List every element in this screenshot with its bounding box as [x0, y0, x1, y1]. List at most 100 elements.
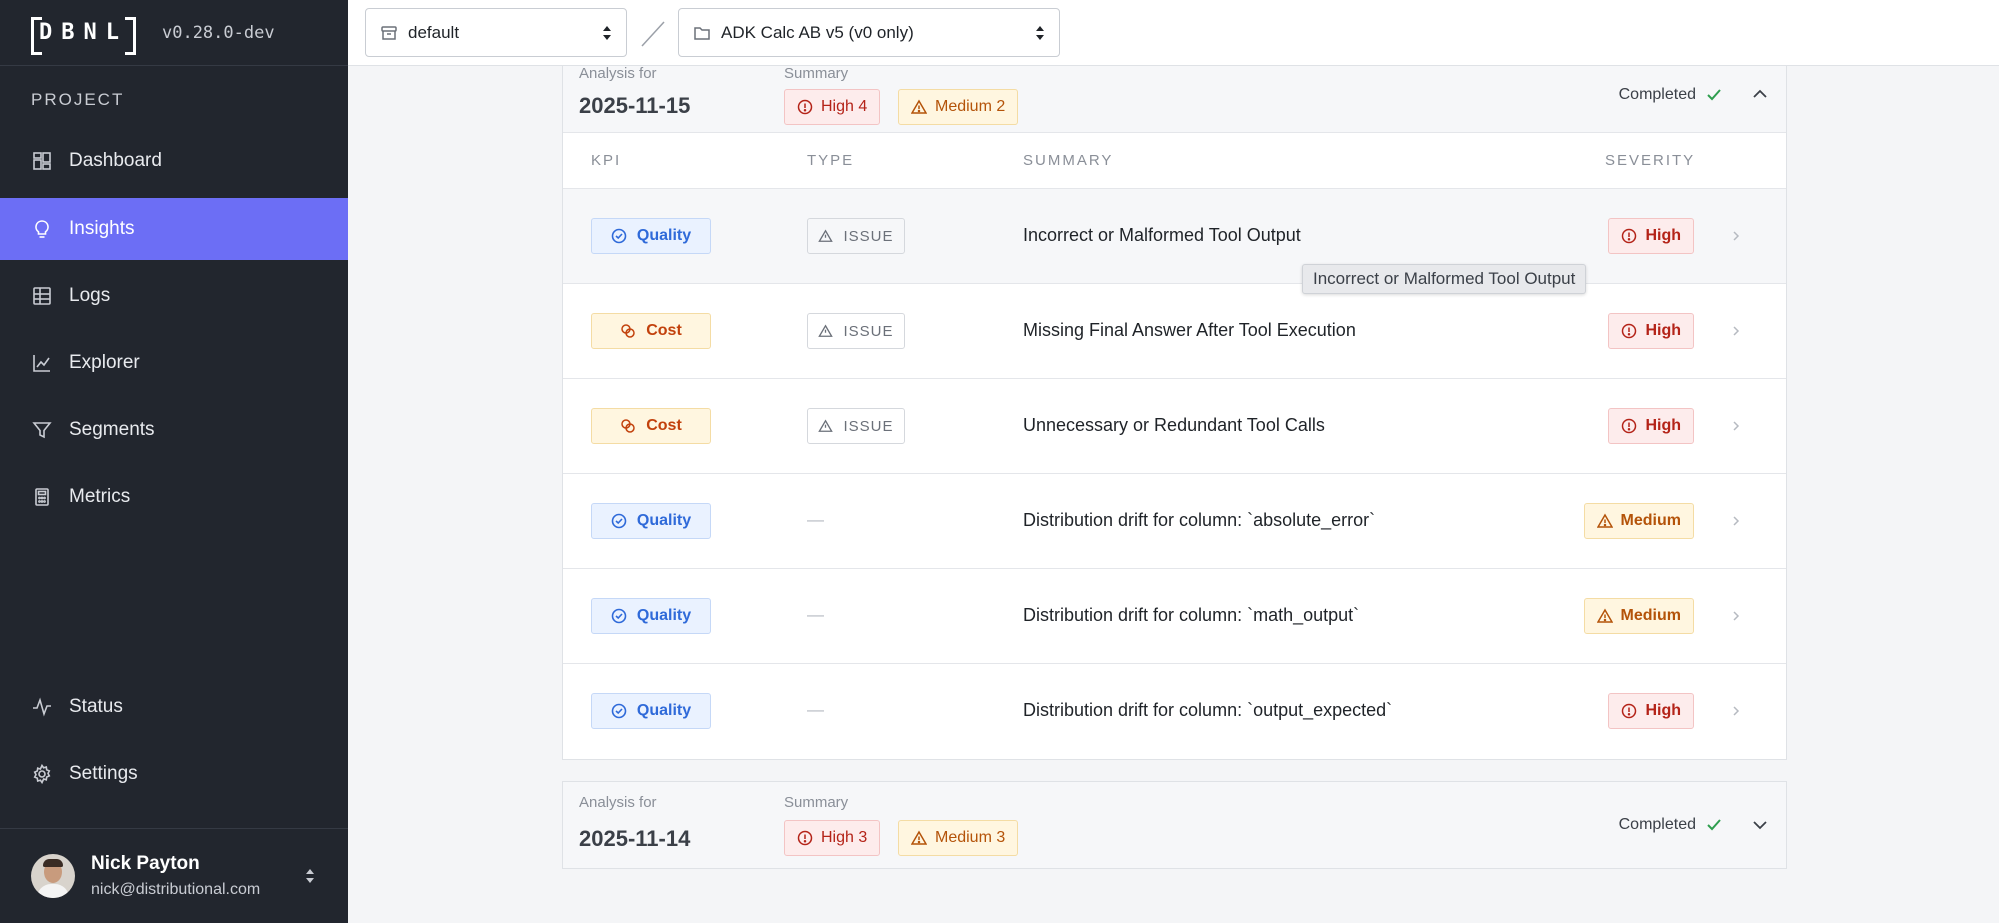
analysis-header[interactable]: Analysis for 2025-11-15 Summary High 4 M… [563, 66, 1786, 133]
sidebar-item-label: Insights [69, 218, 135, 239]
sidebar-item-explorer[interactable]: Explorer [0, 332, 348, 394]
analysis-status: Completed [1619, 86, 1722, 104]
row-summary: Distribution drift for column: `absolute… [1023, 510, 1376, 530]
dbnl-logo[interactable]: DBNL [31, 16, 136, 55]
column-kpi[interactable]: KPI [591, 152, 621, 169]
high-count-badge: High 4 [784, 89, 881, 125]
main-content: Analysis for 2025-11-15 Summary High 4 M… [348, 66, 1999, 923]
warning-icon [818, 324, 834, 337]
section-label: PROJECT [31, 90, 125, 109]
medium-count-badge: Medium 3 [898, 820, 1019, 856]
status-text: Completed [1618, 816, 1696, 833]
kpi-badge-cost: Cost [591, 313, 711, 349]
row-summary: Missing Final Answer After Tool Executio… [1023, 320, 1356, 340]
sidebar-item-label: Explorer [69, 352, 140, 373]
analysis-label: Analysis for [579, 794, 657, 811]
summary-label: Summary [784, 66, 849, 82]
collapse-chevron-up-icon[interactable] [1752, 87, 1768, 105]
medium-count-text: Medium 3 [935, 829, 1006, 846]
user-menu[interactable]: Nick Payton nick@distributional.com [0, 828, 348, 923]
sidebar-item-settings[interactable]: Settings [0, 743, 348, 805]
row-summary: Unnecessary or Redundant Tool Calls [1023, 415, 1325, 435]
table-row[interactable]: Cost ISSUE Missing Final Answer After To… [563, 284, 1786, 379]
user-email: nick@distributional.com [91, 881, 261, 898]
chevron-up-down-icon [1035, 24, 1045, 47]
sidebar-item-label: Dashboard [69, 150, 162, 171]
warning-icon [911, 830, 927, 845]
row-summary: Distribution drift for column: `math_out… [1023, 605, 1360, 625]
analysis-card: Analysis for 2025-11-14 Summary High 3 M… [562, 781, 1787, 869]
chevron-right-icon[interactable] [1732, 324, 1740, 342]
analysis-header[interactable]: Analysis for 2025-11-14 Summary High 3 M… [563, 782, 1786, 868]
chevron-right-icon[interactable] [1732, 419, 1740, 437]
sidebar-item-label: Settings [69, 763, 138, 784]
filter-icon [31, 419, 53, 441]
table-row[interactable]: Quality — Distribution drift for column:… [563, 664, 1786, 759]
chevron-up-down-icon[interactable] [304, 867, 316, 890]
namespace-select-value: default [408, 22, 460, 42]
column-summary[interactable]: SUMMARY [1023, 152, 1113, 169]
high-count-text: High 4 [821, 98, 868, 115]
severity-badge-high: High [1608, 218, 1694, 254]
warning-icon [818, 419, 834, 432]
logo-text: DBNL [39, 20, 128, 45]
severity-badge-high: High [1608, 408, 1694, 444]
chevron-right-icon[interactable] [1732, 704, 1740, 722]
sidebar-item-logs[interactable]: Logs [0, 265, 348, 327]
table-row[interactable]: Quality ISSUE Incorrect or Malformed Too… [563, 189, 1786, 284]
gear-icon [31, 763, 53, 785]
app-version: v0.28.0-dev [161, 22, 275, 43]
alert-circle-icon [1622, 703, 1637, 719]
sidebar-item-label: Metrics [69, 486, 131, 507]
project-select[interactable]: ADK Calc AB v5 (v0 only) [678, 8, 1060, 57]
column-severity[interactable]: SEVERITY [1605, 152, 1695, 169]
check-circle-icon [611, 228, 627, 244]
folder-icon [693, 24, 711, 42]
warning-icon [818, 229, 834, 242]
warning-icon [1596, 608, 1613, 623]
high-count-badge: High 3 [784, 820, 881, 856]
type-empty: — [807, 700, 824, 719]
expand-chevron-down-icon[interactable] [1752, 818, 1768, 836]
sidebar-item-dashboard[interactable]: Dashboard [0, 130, 348, 192]
type-badge: ISSUE [807, 313, 905, 349]
avatar [31, 854, 75, 898]
table-row[interactable]: Cost ISSUE Unnecessary or Redundant Tool… [563, 379, 1786, 474]
archive-icon [380, 24, 398, 42]
namespace-select[interactable]: default [365, 8, 627, 57]
column-type[interactable]: TYPE [807, 152, 854, 169]
sidebar-item-label: Status [69, 696, 123, 717]
severity-badge-medium: Medium [1583, 503, 1694, 539]
severity-badge-medium: Medium [1583, 598, 1694, 634]
analysis-card: Analysis for 2025-11-15 Summary High 4 M… [562, 66, 1787, 760]
chevron-right-icon[interactable] [1732, 514, 1740, 532]
high-count-text: High 3 [821, 829, 868, 846]
sidebar: DBNL v0.28.0-dev PROJECT Dashboard Insig… [0, 0, 348, 923]
check-circle-icon [611, 608, 627, 624]
table-header: KPI TYPE SUMMARY SEVERITY [563, 133, 1786, 189]
table-row[interactable]: Quality — Distribution drift for column:… [563, 474, 1786, 569]
chevron-up-down-icon [602, 24, 612, 47]
severity-badge-high: High [1608, 693, 1694, 729]
analysis-label: Analysis for [579, 66, 657, 82]
table-row[interactable]: Quality — Distribution drift for column:… [563, 569, 1786, 664]
row-summary: Incorrect or Malformed Tool Output [1023, 225, 1301, 245]
type-empty: — [807, 605, 824, 624]
chevron-right-icon[interactable] [1732, 609, 1740, 627]
sidebar-item-metrics[interactable]: Metrics [0, 466, 348, 528]
kpi-badge-quality: Quality [591, 598, 711, 634]
breadcrumb-separator [641, 21, 665, 47]
sidebar-item-segments[interactable]: Segments [0, 399, 348, 461]
alert-circle-icon [797, 830, 813, 846]
lightbulb-icon [31, 218, 53, 240]
medium-count-text: Medium 2 [935, 98, 1006, 115]
alert-circle-icon [1622, 418, 1637, 434]
sidebar-item-status[interactable]: Status [0, 676, 348, 738]
top-bar: default ADK Calc AB v5 (v0 only) [348, 0, 1999, 66]
type-badge: ISSUE [807, 408, 905, 444]
sidebar-item-insights[interactable]: Insights [0, 198, 348, 260]
warning-icon [911, 99, 927, 114]
activity-icon [31, 696, 53, 718]
warning-icon [1596, 513, 1613, 528]
chevron-right-icon[interactable] [1732, 229, 1740, 247]
